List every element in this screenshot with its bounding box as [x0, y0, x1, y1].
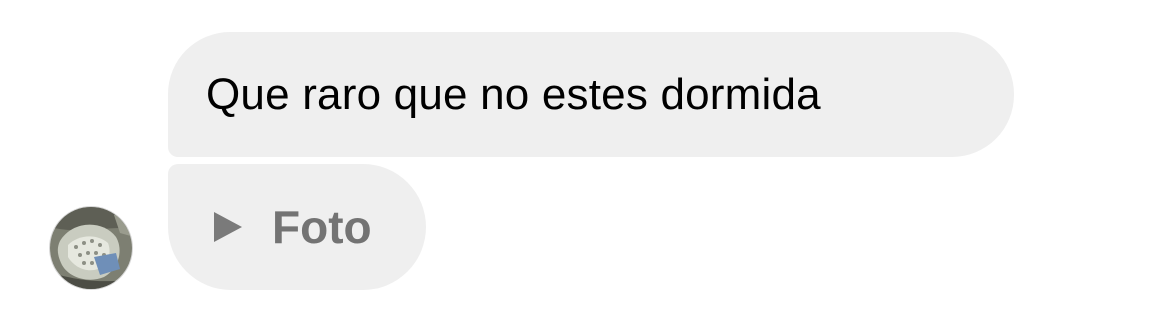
photo-label: Foto	[272, 201, 372, 253]
avatar-photo-icon	[50, 207, 132, 289]
message-text: Que raro que no estes dormida	[206, 69, 821, 119]
message-bubble-text[interactable]: Que raro que no estes dormida	[168, 32, 1014, 157]
avatar[interactable]	[49, 206, 133, 290]
play-icon	[214, 212, 242, 242]
photo-message-bubble[interactable]: Foto	[168, 164, 426, 290]
